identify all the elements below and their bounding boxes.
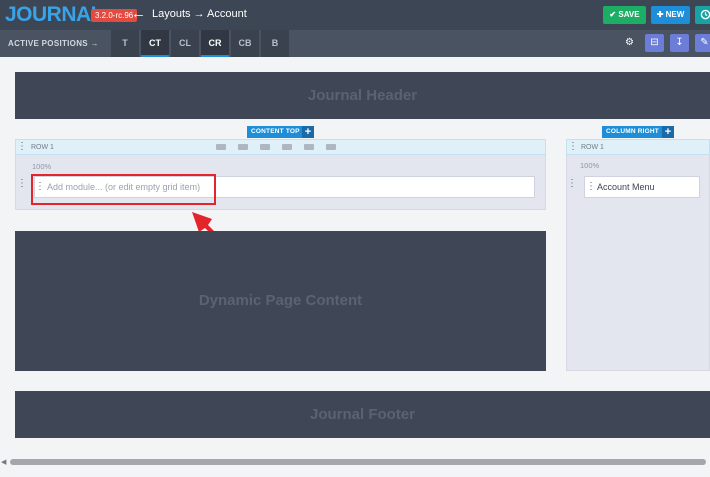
account-menu-label: Account Menu — [597, 182, 655, 192]
horizontal-scrollbar[interactable]: ◀ — [0, 456, 710, 468]
positions-bar: ACTIVE POSITIONS → T CT CL CR CB B — [0, 30, 710, 57]
save-button-label: SAVE — [618, 10, 640, 19]
column-drag-handle-icon[interactable]: ⋮ — [17, 179, 27, 189]
highlight-box — [31, 174, 216, 205]
active-positions-label: ACTIVE POSITIONS → — [8, 39, 99, 48]
column-right-row-label: ROW 1 — [581, 144, 604, 151]
journal-footer-label: Journal Footer — [309, 406, 415, 423]
column-drag-handle-icon[interactable]: ⋮ — [567, 179, 577, 189]
module-drag-handle-icon[interactable]: ⋮ — [586, 182, 596, 192]
scroll-left-arrow-icon[interactable]: ◀ — [1, 458, 6, 466]
content-top-column-width: 100% — [32, 162, 52, 171]
dynamic-page-content-block[interactable]: Dynamic Page Content — [15, 231, 546, 371]
column-right-column-width: 100% — [580, 161, 600, 170]
column-right-title: COLUMN RIGHT — [602, 126, 663, 138]
grid-layout-icon[interactable] — [282, 144, 292, 150]
dynamic-page-content-label: Dynamic Page Content — [198, 292, 363, 309]
position-tab-cb[interactable]: CB — [231, 30, 259, 57]
grid-layout-icon[interactable] — [238, 144, 248, 150]
scrollbar-thumb[interactable] — [10, 459, 706, 465]
new-button[interactable]: ✚ NEW — [651, 6, 690, 24]
journal-header-label: Journal Header — [307, 87, 418, 104]
grid-layout-icon[interactable] — [260, 144, 270, 150]
row-drag-handle-icon[interactable]: ⋮ — [568, 142, 578, 152]
content-top-row-label: ROW 1 — [31, 144, 54, 151]
journal-footer-block[interactable]: Journal Footer — [15, 391, 710, 438]
history-button[interactable] — [695, 6, 710, 24]
back-arrow-icon[interactable]: ← — [131, 6, 146, 22]
active-positions-text: ACTIVE POSITIONS — [8, 39, 88, 48]
position-tab-cr[interactable]: CR — [201, 30, 229, 57]
column-right-panel — [566, 139, 710, 371]
history-icon — [700, 9, 710, 20]
content-top-add-icon[interactable]: + — [302, 126, 314, 138]
position-tab-b[interactable]: B — [261, 30, 289, 57]
breadcrumb: Layouts → Account — [152, 8, 247, 20]
grid-layout-icon[interactable] — [304, 144, 314, 150]
position-tab-ct[interactable]: CT — [141, 30, 169, 57]
account-menu-module[interactable]: Account Menu — [584, 176, 700, 198]
position-tab-t[interactable]: T — [111, 30, 139, 57]
grid-layout-icon[interactable] — [326, 144, 336, 150]
row-drag-handle-icon[interactable]: ⋮ — [17, 142, 27, 152]
content-top-title: CONTENT TOP — [247, 126, 304, 138]
new-button-label: NEW — [665, 10, 685, 19]
position-tab-cl[interactable]: CL — [171, 30, 199, 57]
logo[interactable]: JOURNAL — [5, 3, 104, 27]
import-icon[interactable]: ↧ — [670, 34, 689, 52]
journal-header-block[interactable]: Journal Header — [15, 72, 710, 119]
save-button[interactable]: ✔ SAVE — [603, 6, 646, 24]
settings-gear-icon[interactable]: ⚙ — [620, 34, 639, 52]
top-bar: JOURNAL 3.2.0-rc.96 ← Layouts → Account … — [0, 0, 710, 30]
grid-layout-icon[interactable] — [216, 144, 226, 150]
column-right-add-icon[interactable]: + — [662, 126, 674, 138]
collapse-icon[interactable]: ⊟ — [645, 34, 664, 52]
edit-icon[interactable]: ✎ — [695, 34, 710, 52]
content-top-row-header — [15, 139, 546, 155]
